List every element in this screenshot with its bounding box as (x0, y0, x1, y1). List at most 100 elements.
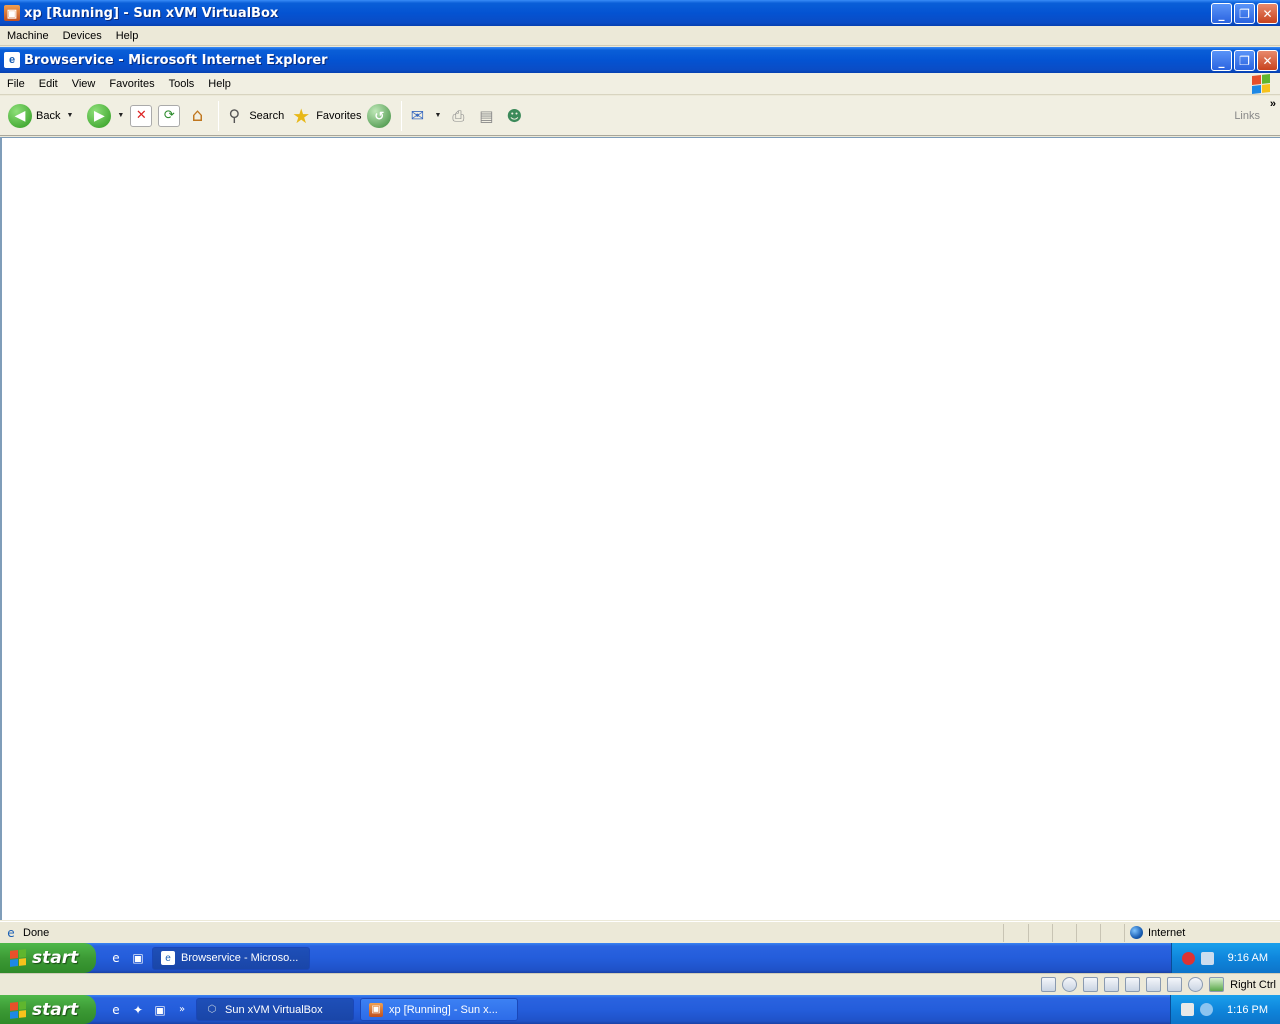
security-zone-label: Internet (1148, 926, 1186, 939)
virtualbox-window-title: xp [Running] - Sun xVM VirtualBox (24, 5, 279, 21)
internet-zone-icon (1130, 926, 1143, 939)
guest-quick-launch: e ▣ (108, 950, 146, 966)
close-button[interactable]: ✕ (1257, 3, 1278, 24)
internet-explorer-icon[interactable]: e (108, 950, 124, 966)
shared-folders-icon[interactable] (1146, 977, 1162, 992)
links-label[interactable]: Links (1234, 110, 1260, 122)
ie-restore-button[interactable]: ❐ (1234, 50, 1255, 71)
show-desktop-icon[interactable]: ▣ (152, 1002, 168, 1018)
security-alert-icon[interactable] (1181, 951, 1195, 965)
hard-disk-icon[interactable] (1041, 977, 1057, 992)
menu-favorites[interactable]: Favorites (102, 78, 161, 90)
status-divider (1028, 924, 1029, 942)
keyboard-icon[interactable] (1181, 1003, 1195, 1016)
host-task-virtualbox[interactable]: ⬡ Sun xVM VirtualBox (196, 998, 354, 1021)
history-icon: ↺ (367, 103, 392, 128)
edit-document-icon: ▤ (479, 106, 494, 125)
status-divider (1003, 924, 1004, 942)
status-divider (1052, 924, 1053, 942)
display-icon[interactable] (1167, 977, 1183, 992)
utility-icon[interactable]: ✦ (130, 1002, 146, 1018)
windows-logo-icon (10, 949, 26, 967)
back-button[interactable]: ◀ Back ▼ (8, 103, 73, 128)
mail-button[interactable]: ✉ ▼ (406, 105, 442, 127)
show-desktop-icon[interactable]: ▣ (130, 950, 146, 966)
virtualbox-status-bar: Right Ctrl (0, 973, 1280, 995)
windows-logo-icon (1252, 74, 1270, 94)
ie-title-bar[interactable]: e Browservice - Microsoft Internet Explo… (0, 47, 1280, 73)
mail-icon: ✉ (410, 106, 425, 125)
page-status-icon: e (7, 926, 15, 940)
menu-help[interactable]: Help (109, 30, 146, 42)
usb-icon[interactable] (1125, 977, 1141, 992)
virtualbox-menu-bar: Machine Devices Help (0, 26, 1280, 46)
refresh-button[interactable]: ⟳ (158, 104, 181, 127)
mouse-integration-icon (1209, 977, 1225, 992)
favorites-label: Favorites (316, 109, 362, 122)
menu-tools[interactable]: Tools (162, 78, 202, 90)
virtualbox-app-icon: ▣ (4, 5, 20, 21)
ie-toolbar: ◀ Back ▼ ▶ ▼ ✕ ⟳ ⌂ ⚲ Search ★ Favorites … (0, 96, 1280, 136)
guest-start-button[interactable]: start (0, 943, 96, 973)
messenger-button[interactable]: ☻ (503, 105, 525, 127)
menu-help[interactable]: Help (201, 78, 238, 90)
close-icon: ✕ (1262, 6, 1273, 21)
virtualbox-title-bar[interactable]: ▣ xp [Running] - Sun xVM VirtualBox _ ❐ … (0, 0, 1280, 26)
minimize-button[interactable]: _ (1211, 3, 1232, 24)
tray-expand-icon[interactable] (1200, 1003, 1214, 1016)
favorites-star-icon: ★ (292, 103, 311, 128)
ie-page-icon: e (161, 951, 175, 965)
minimize-icon: _ (1218, 53, 1225, 68)
page-content-area[interactable] (0, 137, 1280, 920)
mail-dropdown-icon[interactable]: ▼ (434, 112, 441, 119)
minimize-icon: _ (1218, 6, 1225, 21)
host-system-tray: 1:16 PM (1170, 995, 1280, 1024)
virtualbox-cube-icon: ⬡ (207, 1004, 217, 1015)
menu-file[interactable]: File (0, 78, 32, 90)
internet-explorer-icon[interactable]: e (108, 1002, 124, 1018)
chevron-right-icon[interactable]: » (174, 1002, 190, 1018)
task-label: Browservice - Microso... (181, 952, 299, 964)
cd-dvd-icon[interactable] (1062, 977, 1078, 992)
guest-task-browservice[interactable]: e Browservice - Microso... (152, 946, 310, 970)
menu-edit[interactable]: Edit (32, 78, 65, 90)
guest-clock[interactable]: 9:16 AM (1228, 952, 1268, 964)
menu-machine[interactable]: Machine (0, 30, 56, 42)
history-button[interactable]: ↺ (367, 103, 392, 128)
ie-close-button[interactable]: ✕ (1257, 50, 1278, 71)
print-button[interactable]: ⎙ (447, 105, 469, 127)
host-task-xp-running[interactable]: ▣ xp [Running] - Sun x... (360, 998, 518, 1021)
toolbar-separator (401, 100, 403, 131)
back-dropdown-icon[interactable]: ▼ (66, 112, 73, 119)
restore-button[interactable]: ❐ (1234, 3, 1255, 24)
host-clock[interactable]: 1:16 PM (1227, 1004, 1268, 1016)
ie-menu-bar: File Edit View Favorites Tools Help (0, 73, 1280, 95)
start-label: start (32, 999, 79, 1020)
home-button[interactable]: ⌂ (186, 105, 208, 127)
guest-system-tray: 9:16 AM (1170, 943, 1280, 973)
host-start-button[interactable]: start (0, 995, 96, 1024)
forward-button[interactable]: ▶ ▼ (87, 103, 124, 128)
close-icon: ✕ (1262, 53, 1273, 68)
menu-view[interactable]: View (65, 78, 103, 90)
status-divider (1076, 924, 1077, 942)
status-divider (1100, 924, 1101, 942)
back-label: Back (36, 109, 61, 122)
chevron-right-icon[interactable]: » (1270, 98, 1276, 110)
search-icon: ⚲ (228, 106, 241, 125)
status-divider (1124, 924, 1125, 942)
network-icon[interactable] (1200, 951, 1214, 965)
guest-taskbar: start e ▣ e Browservice - Microso... 9:1… (0, 943, 1280, 973)
search-button[interactable]: ⚲ Search (223, 105, 284, 127)
floppy-icon[interactable] (1083, 977, 1099, 992)
menu-devices[interactable]: Devices (56, 30, 109, 42)
favorites-button[interactable]: ★ Favorites (290, 103, 362, 128)
ie-minimize-button[interactable]: _ (1211, 50, 1232, 71)
edit-button[interactable]: ▤ (475, 105, 497, 127)
stop-button[interactable]: ✕ (130, 104, 153, 127)
restore-icon: ❐ (1239, 53, 1250, 68)
network-adapter-icon[interactable] (1104, 977, 1120, 992)
status-text: Done (23, 927, 50, 939)
forward-dropdown-icon[interactable]: ▼ (117, 112, 124, 119)
ie-app-icon: e (4, 52, 20, 68)
